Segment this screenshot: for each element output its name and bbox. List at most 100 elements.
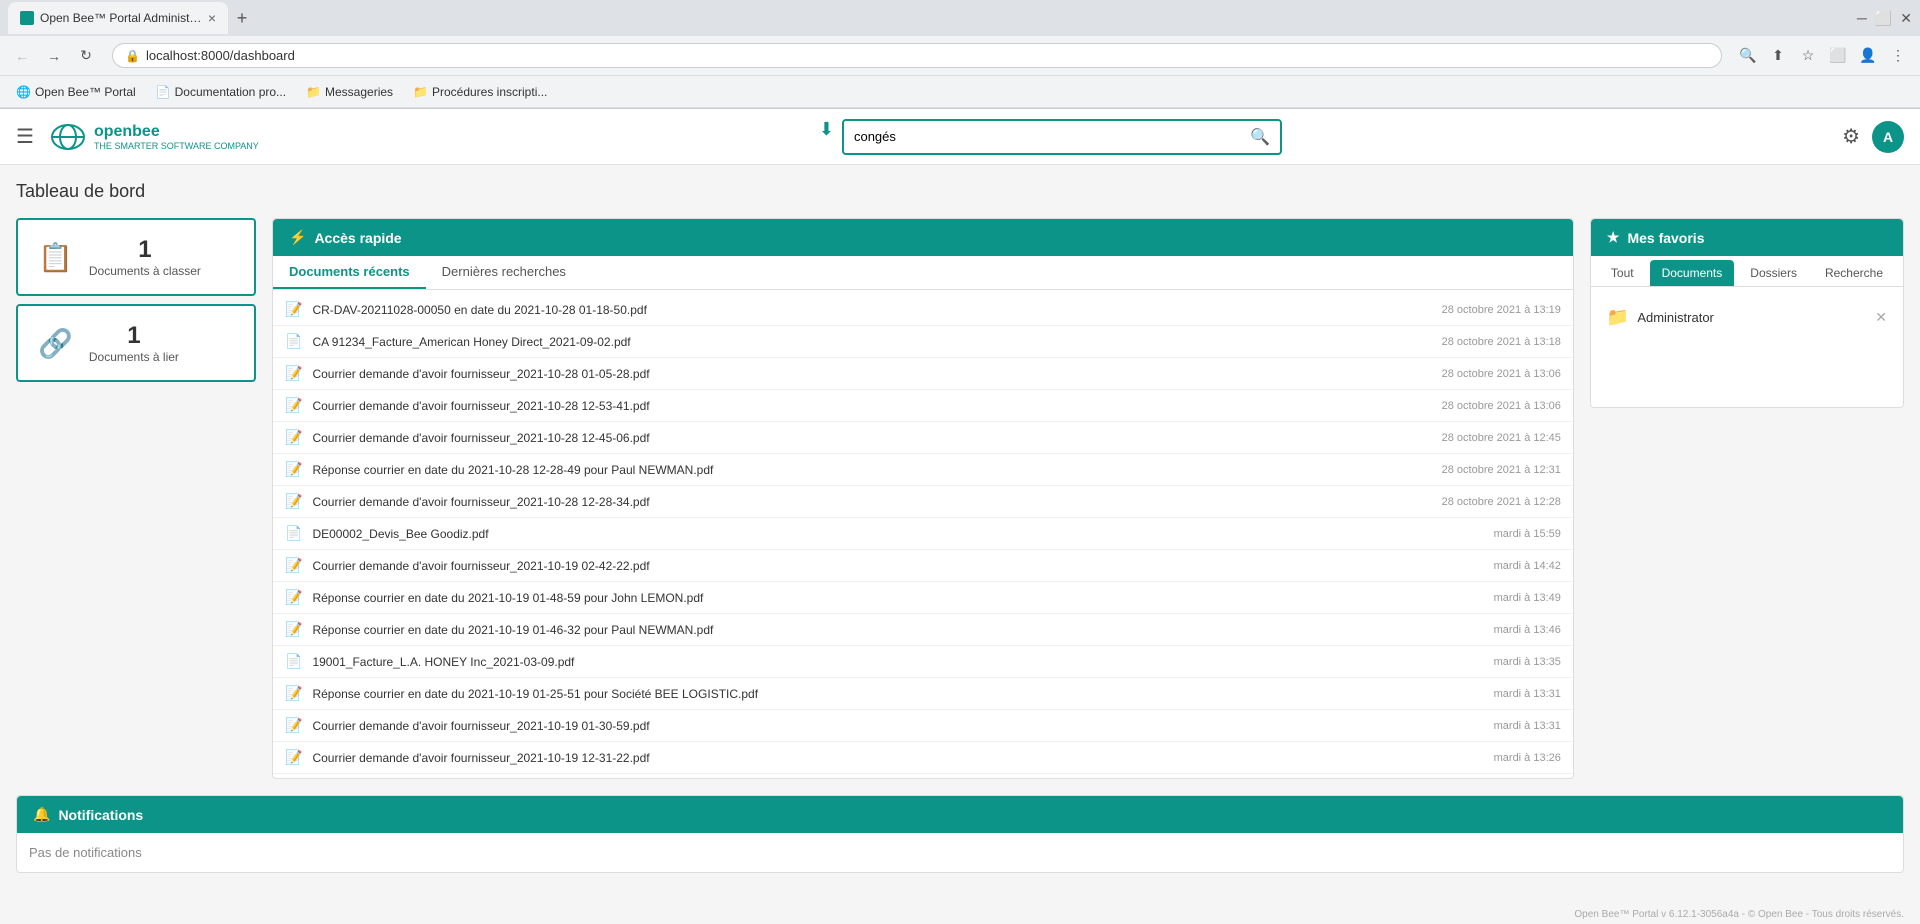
stat-card-classer[interactable]: 📋 1 Documents à classer [16, 218, 256, 296]
bookmark-openbee[interactable]: 🌐 Open Bee™ Portal [8, 83, 144, 101]
mes-favoris-panel: ★ Mes favoris Tout Documents Dossiers Re… [1590, 218, 1904, 408]
footer-text: Open Bee™ Portal v 6.12.1-3056a4a - © Op… [1574, 909, 1904, 920]
user-avatar[interactable]: A [1872, 121, 1904, 153]
settings-icon[interactable]: ⚙ [1842, 124, 1860, 149]
bookmark-documentation[interactable]: 📄 Documentation pro... [148, 83, 294, 101]
fav-tab-recherche[interactable]: Recherche [1813, 260, 1895, 286]
doc-list-item[interactable]: 📝Courrier demande d'avoir fournisseur_20… [273, 710, 1573, 742]
fav-tab-documents[interactable]: Documents [1650, 260, 1735, 286]
doc-item-date: mardi à 13:31 [1494, 688, 1561, 700]
mes-favoris-title: Mes favoris [1627, 230, 1704, 246]
doc-item-name: 19001_Facture_L.A. HONEY Inc_2021-03-09.… [312, 655, 1483, 669]
doc-list-item[interactable]: 📝Courrier demande d'avoir fournisseur_20… [273, 422, 1573, 454]
doc-item-name: Courrier demande d'avoir fournisseur_202… [312, 719, 1483, 733]
doc-file-icon: 📝 [285, 621, 302, 638]
doc-list-item[interactable]: 📝Réponse courrier en date du 2021-10-19 … [273, 678, 1573, 710]
tab-title: Open Bee™ Portal Administrator [40, 11, 202, 25]
acces-rapide-tabs: Documents récents Dernières recherches [273, 256, 1573, 290]
browser-actions: 🔍 ⬆ ☆ ⬜ 👤 ⋮ [1734, 42, 1912, 70]
fav-tab-dossiers[interactable]: Dossiers [1738, 260, 1809, 286]
app-logo: openbee THE SMARTER SOFTWARE COMPANY [50, 119, 259, 155]
fav-item-name: Administrator [1637, 310, 1867, 325]
notifications-title: Notifications [58, 807, 143, 823]
acces-rapide-title: Accès rapide [314, 230, 401, 246]
notifications-header: 🔔 Notifications [17, 796, 1903, 833]
reload-button[interactable]: ↻ [72, 42, 100, 70]
fav-remove-button[interactable]: ✕ [1875, 309, 1887, 326]
doc-list-item[interactable]: 📝Courrier demande d'avoir fournisseur_20… [273, 390, 1573, 422]
fav-item-administrator[interactable]: 📁 Administrator ✕ [1603, 299, 1891, 336]
fav-content: 📁 Administrator ✕ [1591, 287, 1903, 407]
doc-item-date: 28 octobre 2021 à 13:19 [1442, 304, 1561, 316]
browser-minimize[interactable]: ─ [1857, 10, 1867, 26]
profile-icon[interactable]: 👤 [1854, 42, 1882, 70]
menu-icon[interactable]: ⋮ [1884, 42, 1912, 70]
browser-close[interactable]: ✕ [1900, 10, 1912, 27]
tab-dernieres-recherches[interactable]: Dernières recherches [426, 256, 582, 289]
doc-item-name: Réponse courrier en date du 2021-10-28 1… [312, 463, 1431, 477]
doc-list-item[interactable]: 📝Courrier demande d'avoir fournisseur_20… [273, 358, 1573, 390]
stat-card-lier[interactable]: 🔗 1 Documents à lier [16, 304, 256, 382]
bookmark-icon[interactable]: ☆ [1794, 42, 1822, 70]
tab-close-button[interactable]: × [208, 10, 216, 26]
doc-list-item[interactable]: 📝Courrier demande d'avoir fournisseur_20… [273, 550, 1573, 582]
search-icon[interactable]: 🔍 [1734, 42, 1762, 70]
doc-item-name: Courrier demande d'avoir fournisseur_202… [312, 367, 1431, 381]
browser-controls: ← → ↻ 🔒 localhost:8000/dashboard 🔍 ⬆ ☆ ⬜… [0, 36, 1920, 76]
header-right: ⚙ A [1842, 121, 1904, 153]
lier-number: 1 [127, 322, 140, 350]
back-button[interactable]: ← [8, 42, 36, 70]
search-input[interactable] [844, 123, 1240, 150]
bookmark-msg-icon: 📁 [306, 85, 321, 99]
lier-label: Documents à lier [89, 350, 179, 364]
doc-item-date: mardi à 13:26 [1494, 752, 1561, 764]
share-icon[interactable]: ⬆ [1764, 42, 1792, 70]
doc-item-name: Réponse courrier en date du 2021-10-19 0… [312, 591, 1483, 605]
doc-list-item[interactable]: 📝Réponse courrier en date du 2021-10-28 … [273, 454, 1573, 486]
search-button[interactable]: 🔍 [1240, 121, 1280, 153]
hamburger-menu[interactable]: ☰ [16, 124, 34, 149]
doc-item-date: mardi à 15:59 [1494, 528, 1561, 540]
browser-restore[interactable]: ⬜ [1875, 10, 1892, 27]
doc-list-item[interactable]: 📝 Réponse courrier en date du 2021-10-19 … [273, 582, 1573, 614]
bookmark-procedures[interactable]: 📁 Procédures inscripti... [405, 83, 555, 101]
notifications-content: Pas de notifications [17, 833, 1903, 872]
bookmark-openbee-icon: 🌐 [16, 85, 31, 99]
doc-file-icon: 📝 [285, 557, 302, 574]
doc-list-item[interactable]: 📝Courrier demande d'avoir fournisseur_20… [273, 742, 1573, 774]
address-bar[interactable]: 🔒 localhost:8000/dashboard [112, 43, 1722, 68]
tab-documents-recents[interactable]: Documents récents [273, 256, 426, 289]
doc-list-item[interactable]: 📄CA 91234_Facture_American Honey Direct_… [273, 326, 1573, 358]
doc-item-name: Courrier demande d'avoir fournisseur_202… [312, 399, 1431, 413]
doc-item-date: 28 octobre 2021 à 12:45 [1442, 432, 1561, 444]
fav-tab-tout[interactable]: Tout [1599, 260, 1646, 286]
doc-file-icon: 📄 [285, 333, 302, 350]
forward-button[interactable]: → [40, 42, 68, 70]
logo-text: openbee THE SMARTER SOFTWARE COMPANY [94, 123, 259, 151]
doc-item-date: mardi à 13:35 [1494, 656, 1561, 668]
doc-item-name: Réponse courrier en date du 2021-10-19 0… [312, 623, 1483, 637]
bookmark-doc-label: Documentation pro... [175, 85, 286, 99]
bookmark-messageries[interactable]: 📁 Messageries [298, 83, 401, 101]
upload-icon[interactable]: ⬇ [819, 119, 834, 155]
browser-chrome: Open Bee™ Portal Administrator × + ─ ⬜ ✕… [0, 0, 1920, 109]
doc-item-name: DE00002_Devis_Bee Goodiz.pdf [312, 527, 1483, 541]
doc-list-item[interactable]: 📝Courrier demande d'avoir fournisseur_20… [273, 486, 1573, 518]
doc-list-item[interactable]: 📝CR-DAV-20211028-00050 en date du 2021-1… [273, 294, 1573, 326]
doc-item-name: Courrier demande d'avoir fournisseur_202… [312, 431, 1431, 445]
doc-item-date: mardi à 13:31 [1494, 720, 1561, 732]
doc-list-item[interactable]: 📄DE00002_Devis_Bee Goodiz.pdfmardi à 15:… [273, 518, 1573, 550]
browser-tab-active[interactable]: Open Bee™ Portal Administrator × [8, 2, 228, 34]
doc-list-item[interactable]: 📄19001_Facture_L.A. HONEY Inc_2021-03-09… [273, 646, 1573, 678]
doc-item-date: 28 octobre 2021 à 12:31 [1442, 464, 1561, 476]
new-tab-button[interactable]: + [228, 4, 256, 32]
app-footer: Open Bee™ Portal v 6.12.1-3056a4a - © Op… [0, 905, 1920, 924]
bookmarks-bar: 🌐 Open Bee™ Portal 📄 Documentation pro..… [0, 76, 1920, 108]
doc-item-date: mardi à 13:49 [1494, 592, 1561, 604]
bookmark-proc-label: Procédures inscripti... [432, 85, 547, 99]
app-header: ☰ openbee THE SMARTER SOFTWARE COMPANY ⬇… [0, 109, 1920, 165]
doc-file-icon: 📝 [285, 589, 302, 606]
doc-item-name: Courrier demande d'avoir fournisseur_202… [312, 751, 1483, 765]
doc-list-item[interactable]: 📝 Réponse courrier en date du 2021-10-19 … [273, 614, 1573, 646]
split-view-icon[interactable]: ⬜ [1824, 42, 1852, 70]
